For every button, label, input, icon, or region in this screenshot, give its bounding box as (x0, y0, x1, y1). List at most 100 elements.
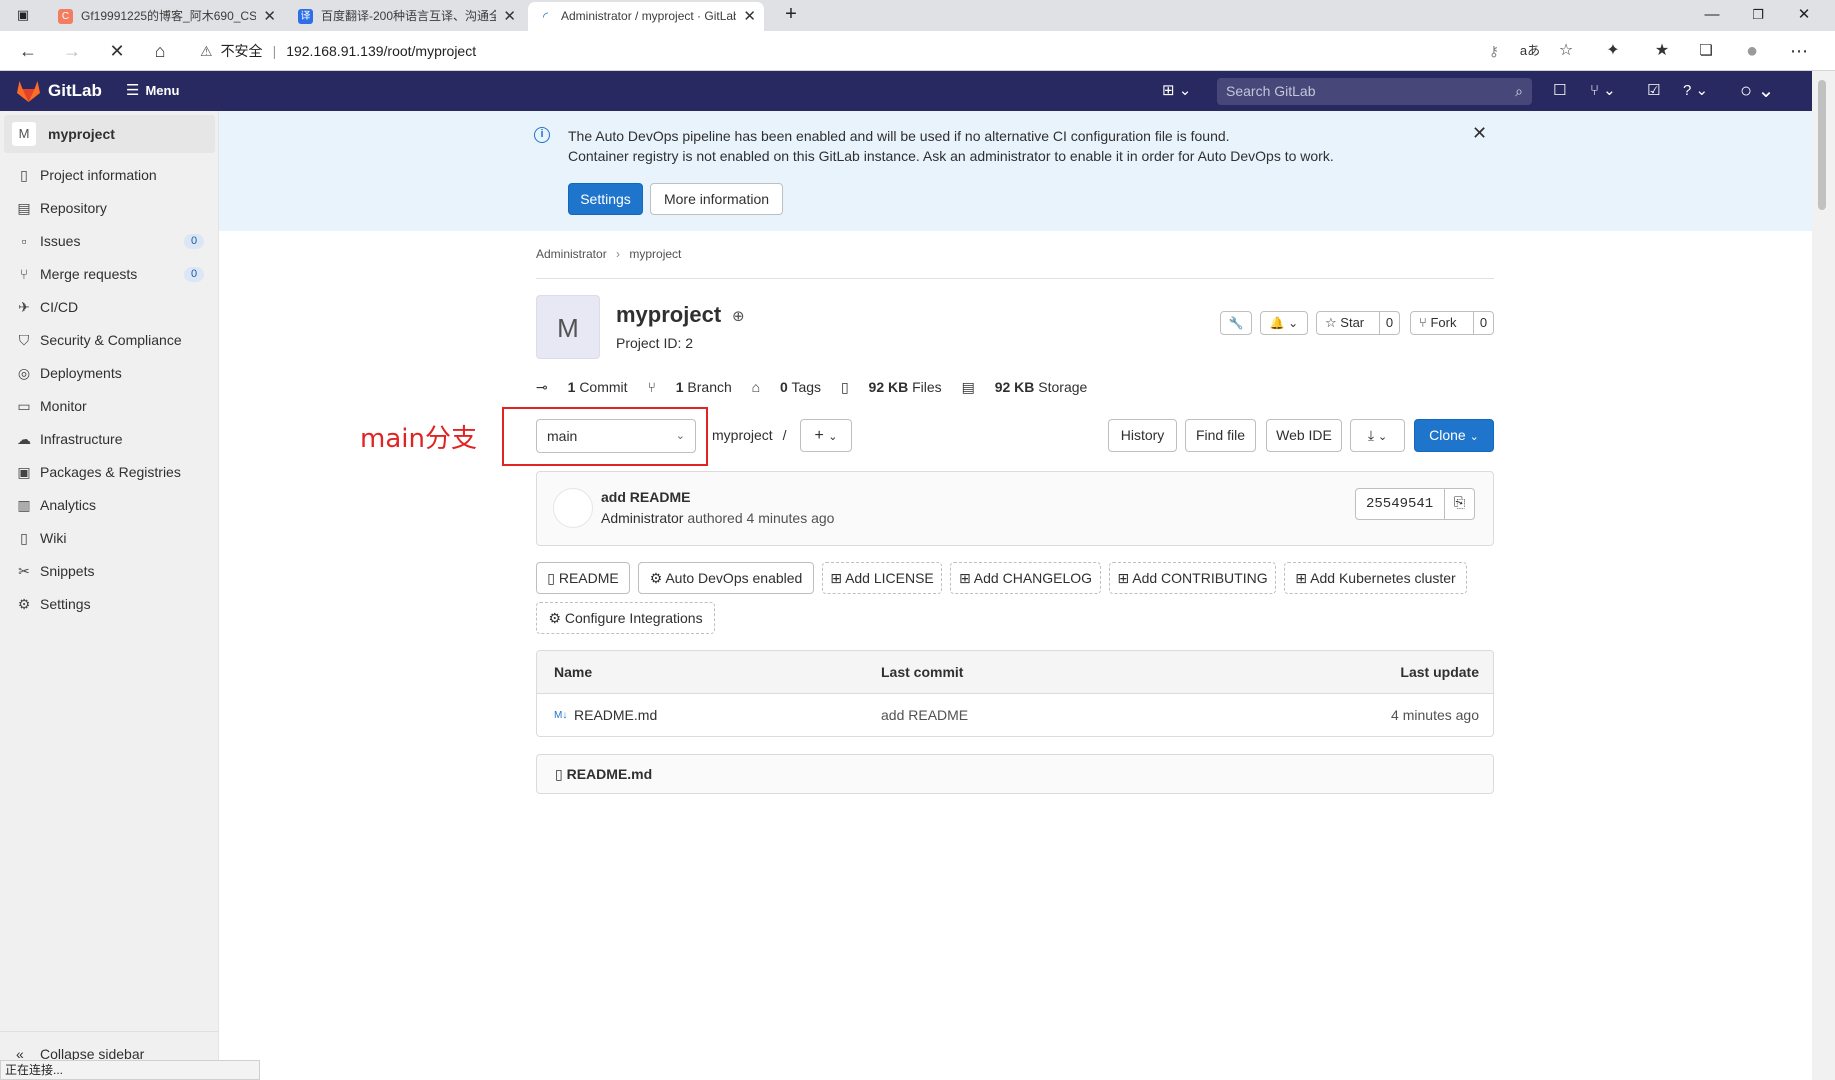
key-icon[interactable]: ⚷ (1477, 31, 1511, 71)
more-information-button[interactable]: More information (650, 183, 783, 215)
favorites-icon[interactable]: ★ (1645, 31, 1679, 71)
sidebar-item-merge-requests[interactable]: ⑂ Merge requests 0 (0, 258, 219, 290)
baidu-favicon-icon: 译 (298, 9, 313, 24)
commit-author[interactable]: Administrator (601, 510, 683, 526)
storage-stat[interactable]: ▤ 92 KB Storage (962, 379, 1088, 395)
clone-label: Clone (1429, 427, 1466, 443)
close-icon[interactable]: ✕ (503, 2, 516, 31)
clone-dropdown[interactable]: Clone ⌄ (1414, 419, 1494, 452)
sidebar-item-analytics[interactable]: ▥ Analytics (0, 489, 219, 521)
files-stat[interactable]: ▯ 92 KB Files (841, 379, 942, 395)
favorite-add-icon[interactable]: ☆ (1549, 31, 1583, 71)
sidebar-item-label: Infrastructure (40, 431, 123, 447)
sidebar-item-issues[interactable]: ▫ Issues 0 (0, 225, 219, 257)
merge-requests-dropdown-icon[interactable]: ⑂ ⌄ (1590, 71, 1616, 111)
info-icon: i (534, 127, 550, 143)
user-avatar-dropdown-icon[interactable]: ○ ⌄ (1740, 71, 1774, 111)
readme-button[interactable]: ▯ README (536, 562, 630, 594)
read-aloud-icon[interactable]: aあ (1513, 31, 1547, 71)
new-item-dropdown-icon[interactable]: ⊞ ⌄ (1162, 71, 1191, 111)
find-file-button[interactable]: Find file (1185, 419, 1256, 452)
sidebar-item-infrastructure[interactable]: ☁ Infrastructure (0, 423, 219, 455)
history-button[interactable]: History (1108, 419, 1177, 452)
wrench-icon[interactable]: 🔧 (1220, 311, 1252, 335)
branches-stat[interactable]: ⑂ 1 Branch (647, 379, 731, 395)
sidebar-item-label: Merge requests (40, 266, 138, 282)
dismiss-banner-icon[interactable]: ✕ (1472, 123, 1487, 144)
more-icon[interactable]: ⋯ (1782, 31, 1816, 71)
sidebar-item-monitor[interactable]: ▭ Monitor (0, 390, 219, 422)
readme-title[interactable]: README.md (567, 766, 653, 782)
forward-icon[interactable]: → (55, 31, 89, 71)
sidebar-project-header[interactable]: M myproject (4, 115, 215, 153)
add-kubernetes-cluster-button[interactable]: ⊞ Add Kubernetes cluster (1284, 562, 1467, 594)
web-ide-button[interactable]: Web IDE (1266, 419, 1342, 452)
stop-icon[interactable]: ✕ (100, 31, 134, 71)
file-last-commit-link[interactable]: add README (881, 694, 968, 736)
banner-settings-button[interactable]: Settings (568, 183, 643, 215)
sidebar-item-project-information[interactable]: ▯ Project information (0, 159, 219, 191)
table-row[interactable]: M↓ README.md add README 4 minutes ago (537, 694, 1493, 736)
repo-path-root[interactable]: myproject (712, 427, 773, 443)
browser-tab-gitlab[interactable]: ◜ Administrator / myproject · GitLab ✕ (528, 2, 764, 31)
issues-icon[interactable]: ☐ (1553, 71, 1566, 111)
sidebar-item-snippets[interactable]: ✂ Snippets (0, 555, 219, 587)
scrollbar[interactable] (1812, 71, 1835, 1080)
todo-icon[interactable]: ☑ (1647, 71, 1660, 111)
gitlab-logo-icon[interactable] (16, 79, 41, 103)
sidebar-item-ci-cd[interactable]: ✈ CI/CD (0, 291, 219, 323)
breadcrumb-parent[interactable]: Administrator (536, 247, 607, 261)
sidebar-item-deployments[interactable]: ◎ Deployments (0, 357, 219, 389)
notification-bell-dropdown[interactable]: 🔔 ⌄ (1260, 311, 1308, 335)
sidebar-item-security[interactable]: ⛉ Security & Compliance (0, 324, 219, 356)
fork-button[interactable]: ⑂ Fork 0 (1410, 311, 1494, 335)
add-to-tree-dropdown[interactable]: + ⌄ (800, 419, 852, 452)
sidebar-item-packages[interactable]: ▣ Packages & Registries (0, 456, 219, 488)
sidebar-item-wiki[interactable]: ▯ Wiki (0, 522, 219, 554)
breadcrumb-current[interactable]: myproject (629, 247, 681, 261)
branch-selector[interactable]: main ⌄ (536, 419, 696, 453)
gitlab-brand[interactable]: GitLab (48, 71, 102, 111)
sidebar-item-settings[interactable]: ⚙ Settings (0, 588, 219, 620)
close-icon[interactable]: ✕ (743, 2, 756, 31)
new-tab-icon[interactable]: + (768, 0, 814, 31)
auto-devops-button[interactable]: ⚙ Auto DevOps enabled (638, 562, 814, 594)
help-dropdown-icon[interactable]: ? ⌄ (1683, 71, 1708, 111)
restore-icon[interactable]: ❐ (1735, 0, 1781, 31)
file-tree-table: Name Last commit Last update M↓ README.m… (536, 650, 1494, 737)
download-dropdown[interactable]: ⤓ ⌄ (1350, 419, 1405, 452)
browser-tab-strip: ▣ C Gf19991225的博客_阿木690_CSDN ✕ 译 百度翻译-20… (0, 0, 1835, 31)
browser-tab-csdn[interactable]: C Gf19991225的博客_阿木690_CSDN ✕ (48, 2, 284, 31)
browser-status-text: 正在连接... (0, 1060, 260, 1080)
fork-count: 0 (1473, 312, 1493, 334)
shortcut-label: Add Kubernetes cluster (1310, 570, 1456, 586)
minimize-icon[interactable]: — (1689, 0, 1735, 31)
star-button[interactable]: ☆ Star 0 (1316, 311, 1400, 335)
search-input[interactable]: Search GitLab ⌕ (1217, 78, 1532, 105)
collections-icon[interactable]: ❏ (1689, 31, 1723, 71)
window-close-icon[interactable]: ✕ (1781, 0, 1827, 31)
url-text: 192.168.91.139/root/myproject (286, 43, 477, 59)
url-field[interactable]: ⚠ 不安全 | 192.168.91.139/root/myproject (200, 37, 476, 65)
commit-sha[interactable]: 25549541 ⎘ (1355, 488, 1475, 520)
close-icon[interactable]: ✕ (263, 2, 276, 31)
browser-tab-baidu[interactable]: 译 百度翻译-200种语言互译、沟通全 ✕ (288, 2, 524, 31)
add-license-button[interactable]: ⊞ Add LICENSE (822, 562, 942, 594)
file-name-link[interactable]: README.md (574, 694, 657, 736)
scrollbar-thumb[interactable] (1818, 80, 1826, 210)
add-changelog-button[interactable]: ⊞ Add CHANGELOG (950, 562, 1101, 594)
menu-button[interactable]: ☰ Menu (126, 71, 179, 111)
configure-integrations-button[interactable]: ⚙ Configure Integrations (536, 602, 715, 634)
profile-icon[interactable]: ● (1735, 31, 1769, 71)
add-contributing-button[interactable]: ⊞ Add CONTRIBUTING (1109, 562, 1276, 594)
copy-icon[interactable]: ⎘ (1444, 489, 1474, 519)
home-icon[interactable]: ⌂ (143, 31, 177, 71)
sidebar-item-repository[interactable]: ▤ Repository (0, 192, 219, 224)
tab-actions-icon[interactable]: ▣ (0, 0, 46, 31)
back-icon[interactable]: ← (11, 31, 45, 71)
extensions-icon[interactable]: ✦ (1596, 31, 1630, 71)
avatar[interactable] (553, 488, 593, 528)
commits-stat[interactable]: ⊸ 1 Commit (536, 379, 628, 395)
tags-stat[interactable]: ⌂ 0 Tags (752, 379, 821, 395)
commit-title[interactable]: add README (601, 489, 690, 505)
